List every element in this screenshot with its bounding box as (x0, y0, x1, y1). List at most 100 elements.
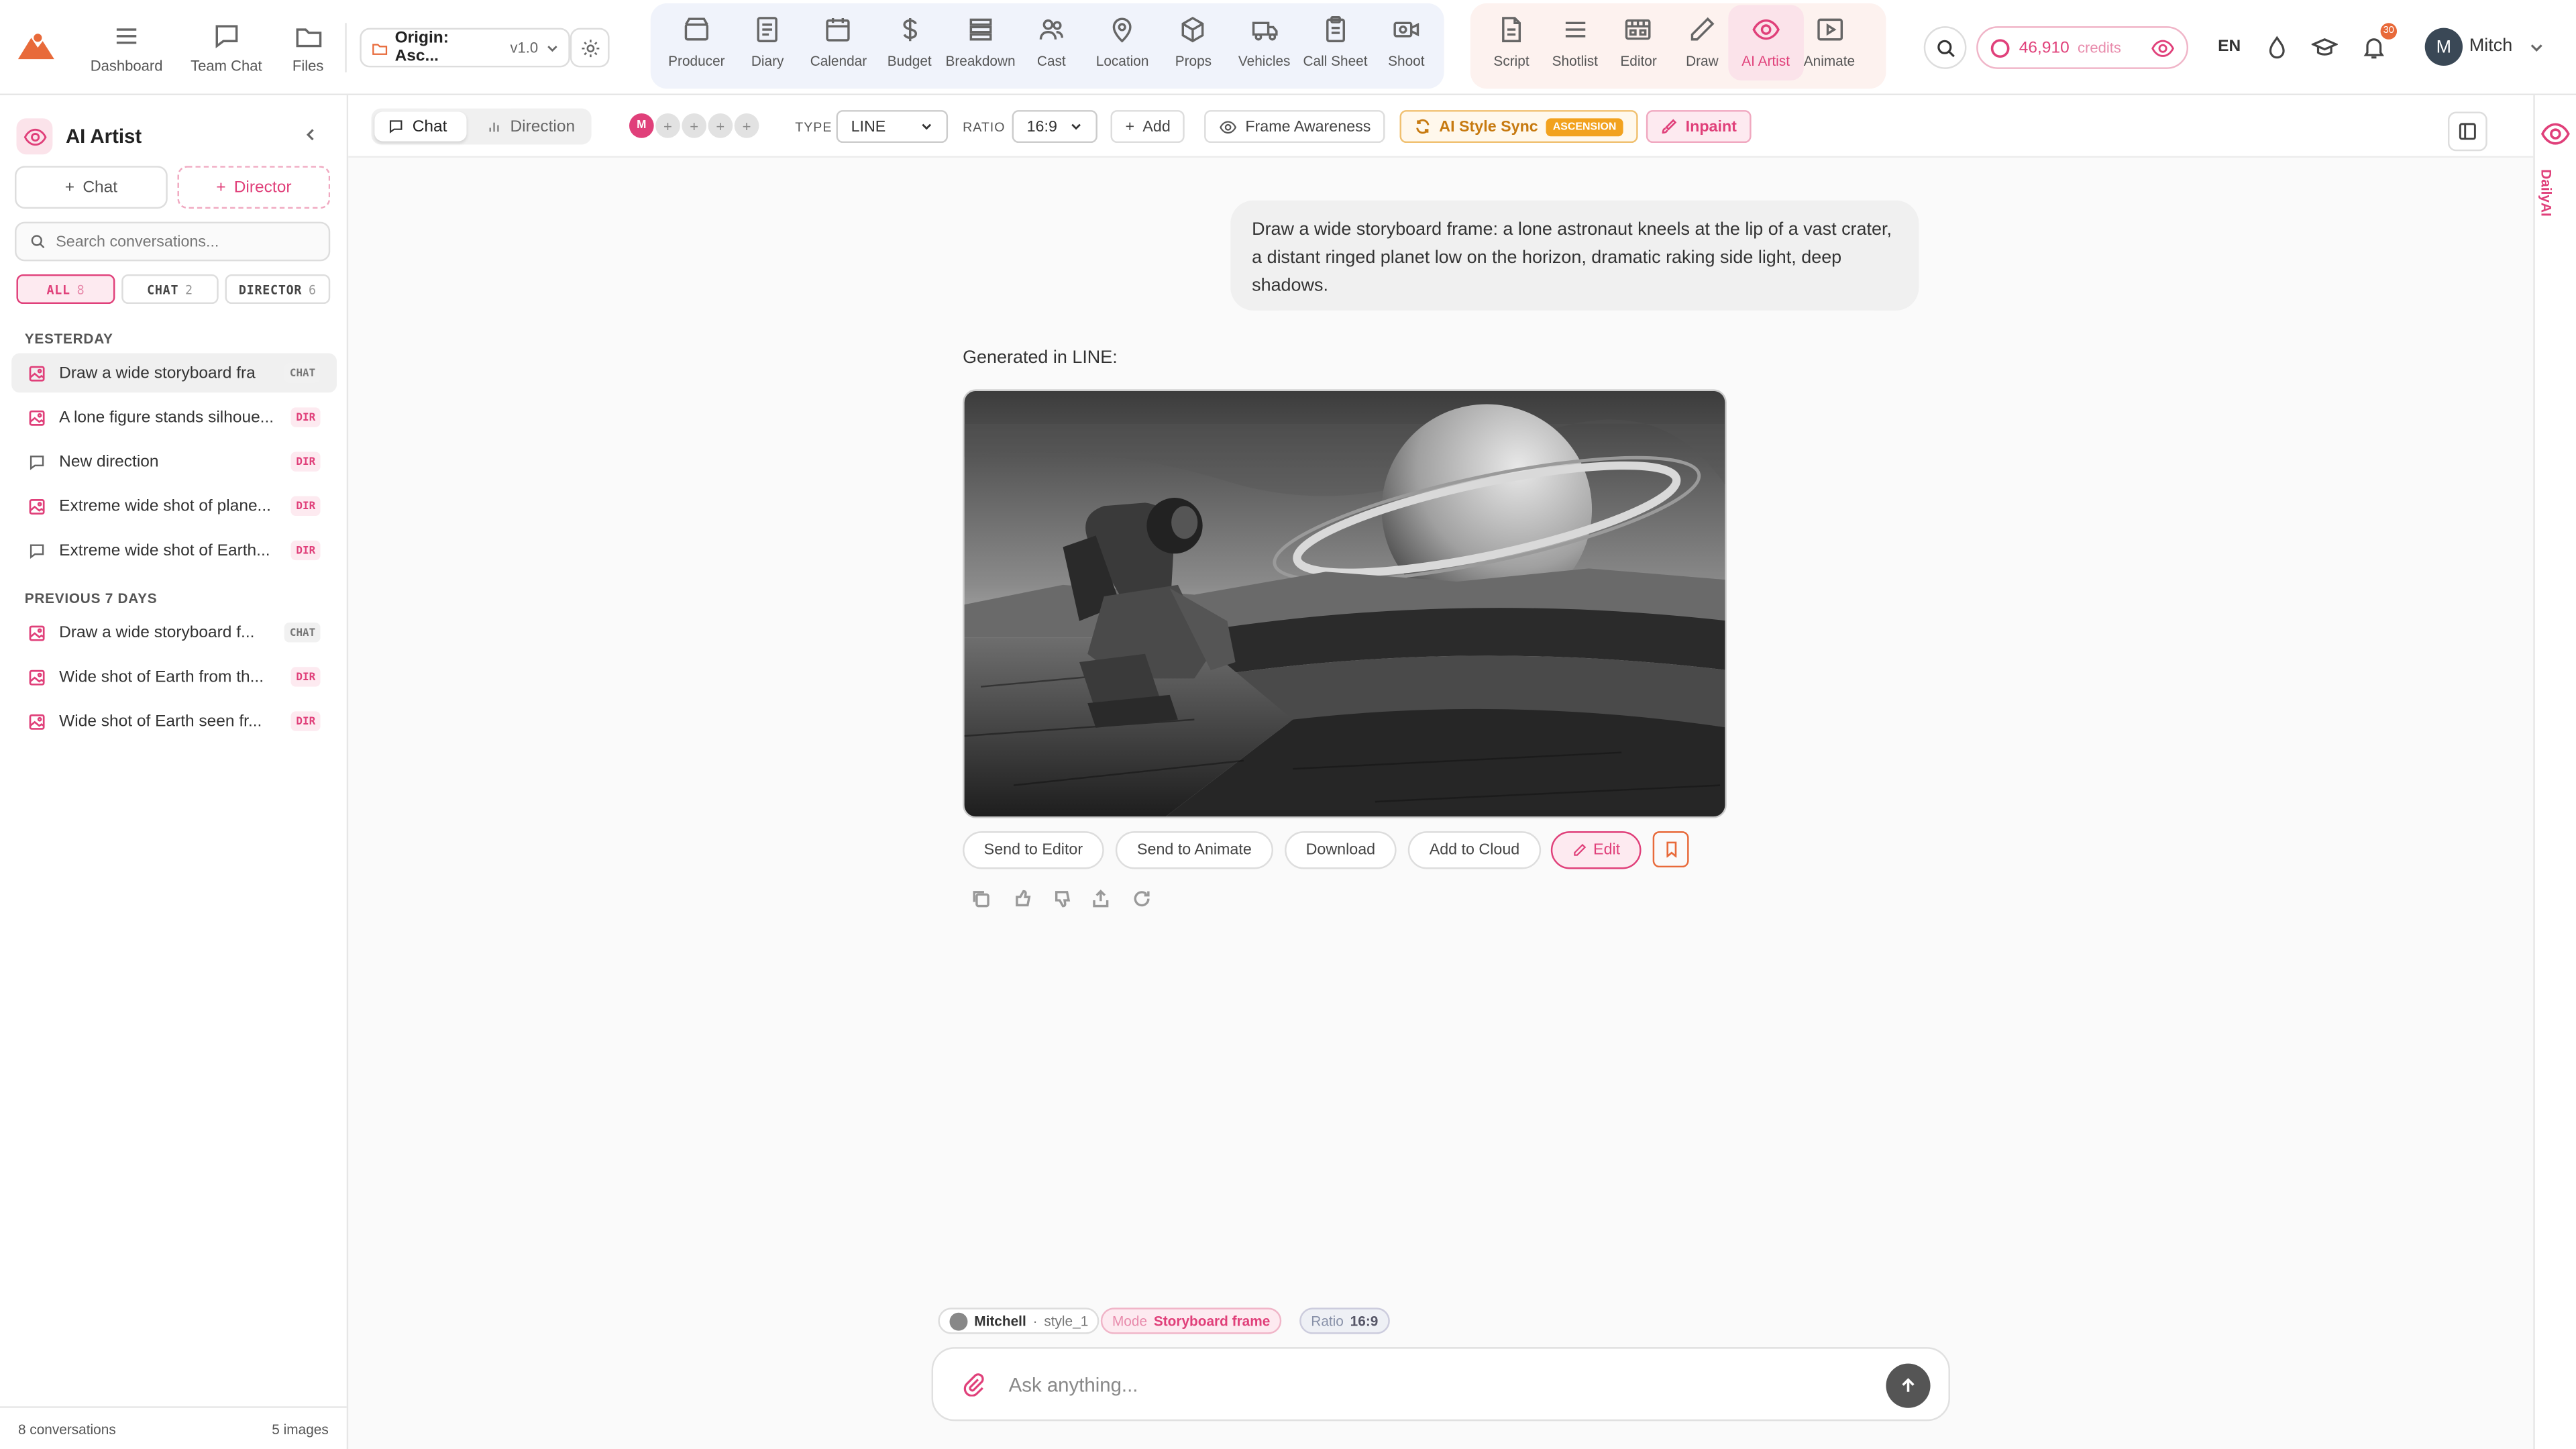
nav-calendar[interactable]: Calendar (801, 15, 877, 69)
conversation-sidebar: AI Artist + Chat + Director Search conve… (0, 95, 349, 1449)
nav-cast[interactable]: Cast (1014, 15, 1089, 69)
message-composer[interactable]: Ask anything... (931, 1347, 1950, 1421)
list-item[interactable]: Draw a wide storyboard fra CHAT (11, 353, 337, 393)
eye-icon (2151, 39, 2174, 56)
mode-switch: Chat Direction (371, 108, 592, 145)
bell-icon[interactable] (2361, 34, 2387, 60)
add-button[interactable]: + Add (1110, 110, 1185, 144)
nav-dashboard[interactable]: Dashboard (91, 21, 163, 74)
sidebar-header: AI Artist (16, 118, 142, 155)
nav-animate[interactable]: Animate (1792, 15, 1868, 69)
folder-icon (372, 43, 388, 54)
add-to-cloud-button[interactable]: Add to Cloud (1407, 831, 1542, 869)
inpaint-button[interactable]: Inpaint (1646, 110, 1752, 144)
chevron-down-icon[interactable] (2528, 40, 2544, 56)
paperclip-icon[interactable] (961, 1372, 986, 1397)
nav-location[interactable]: Location (1085, 15, 1161, 69)
chat-bubble-icon (30, 454, 44, 470)
ratio-select[interactable]: 16:9 (1012, 110, 1097, 144)
context-user-chip[interactable]: Mitchell · style_1 (938, 1307, 1100, 1334)
user-name[interactable]: Mitch (2469, 36, 2512, 56)
nav-vehicles[interactable]: Vehicles (1226, 15, 1302, 69)
copy-icon[interactable] (971, 889, 990, 908)
filter-all[interactable]: ALL 8 (16, 274, 115, 305)
add-member-slot[interactable]: + (655, 113, 680, 138)
eye-icon[interactable] (2540, 118, 2571, 150)
bookmark-button[interactable] (1652, 831, 1689, 868)
context-ratio-chip[interactable]: Ratio 16:9 (1299, 1307, 1390, 1334)
list-item[interactable]: Extreme wide shot of plane... DIR (11, 486, 337, 526)
search-input[interactable]: Search conversations... (15, 221, 331, 262)
send-to-editor-button[interactable]: Send to Editor (963, 831, 1104, 869)
generated-image[interactable] (963, 389, 1727, 818)
eye-icon (16, 118, 53, 155)
pin-icon (1113, 17, 1132, 43)
regenerate-icon[interactable] (1132, 889, 1151, 908)
context-mode-chip[interactable]: Mode Storyboard frame (1100, 1307, 1282, 1334)
project-settings-button[interactable] (570, 28, 610, 68)
collapse-sidebar-icon[interactable] (303, 127, 319, 143)
thumbs-up-icon[interactable] (1012, 889, 1032, 908)
conversation-title: Draw a wide storyboard f... (59, 623, 255, 642)
nav-producer[interactable]: Producer (659, 15, 735, 69)
send-button[interactable] (1886, 1363, 1931, 1408)
thumbs-down-icon[interactable] (1051, 889, 1071, 908)
app-logo-icon[interactable] (16, 30, 56, 62)
ratio-label: RATIO (963, 119, 1006, 135)
chevron-down-icon (547, 44, 557, 52)
add-member-slot[interactable]: + (734, 113, 759, 138)
new-chat-button[interactable]: + Chat (15, 166, 168, 209)
list-item[interactable]: Wide shot of Earth seen fr... DIR (11, 702, 337, 741)
add-member-slot[interactable]: + (682, 113, 707, 138)
nav-files[interactable]: Files (292, 21, 323, 74)
nav-team-chat[interactable]: Team Chat (191, 21, 262, 74)
send-to-animate-button[interactable]: Send to Animate (1115, 831, 1273, 869)
global-search-button[interactable] (1923, 26, 1967, 69)
tab-chat[interactable]: Chat (374, 111, 467, 142)
list-item[interactable]: Draw a wide storyboard f... CHAT (11, 612, 337, 652)
nav-props[interactable]: Props (1156, 15, 1232, 69)
ai-style-sync-button[interactable]: AI Style Sync ASCENSION (1399, 110, 1638, 144)
filter-chat[interactable]: CHAT 2 (121, 274, 219, 305)
tab-direction[interactable]: Direction (473, 112, 588, 142)
conversation-title: New direction (59, 452, 159, 471)
list-item[interactable]: Wide shot of Earth from th... DIR (11, 657, 337, 697)
nav-budget[interactable]: Budget (871, 15, 947, 69)
plus-icon: + (1125, 117, 1135, 136)
list-item[interactable]: Extreme wide shot of Earth... DIR (11, 531, 337, 570)
sidebar-footer: 8 conversations 5 images (0, 1406, 347, 1449)
member-avatar[interactable]: M (629, 113, 654, 138)
toggle-panel-button[interactable] (2447, 111, 2487, 152)
frame-awareness-toggle[interactable]: Frame Awareness (1204, 110, 1386, 144)
list-item[interactable]: New direction DIR (11, 442, 337, 482)
assistant-reply: Generated in LINE: (963, 348, 1118, 368)
nav-call-sheet[interactable]: Call Sheet (1297, 15, 1373, 69)
nav-shoot[interactable]: Shoot (1368, 15, 1444, 69)
project-selector[interactable]: Origin: Asc... v1.0 (360, 28, 570, 68)
image-icon (29, 625, 45, 641)
add-member-slot[interactable]: + (708, 113, 733, 138)
conversation-title: Extreme wide shot of Earth... (59, 541, 270, 559)
avatar[interactable]: M (2424, 28, 2463, 66)
type-select[interactable]: LINE (836, 110, 949, 144)
graduation-cap-icon[interactable] (2311, 34, 2338, 60)
search-icon (31, 235, 45, 249)
gear-icon (581, 39, 599, 56)
filter-director[interactable]: DIRECTOR 6 (225, 274, 331, 305)
dailyai-tab[interactable]: DailyAI (2538, 169, 2555, 217)
conversation-type-tag: DIR (291, 667, 321, 687)
nav-diary[interactable]: Diary (730, 15, 806, 69)
list-icon (1565, 21, 1585, 38)
chat-input[interactable]: Ask anything... (1009, 1373, 1138, 1396)
plus-icon: + (64, 178, 75, 197)
new-director-button[interactable]: + Director (177, 166, 331, 209)
language-switcher[interactable]: EN (2218, 38, 2241, 56)
download-button[interactable]: Download (1285, 831, 1397, 869)
credits-indicator[interactable]: 46,910 credits (1976, 26, 2189, 69)
nav-breakdown[interactable]: Breakdown (943, 15, 1018, 69)
credits-value: 46,910 (2019, 38, 2070, 57)
share-icon[interactable] (1091, 889, 1110, 908)
edit-button[interactable]: Edit (1550, 831, 1642, 869)
drop-icon[interactable] (2264, 34, 2290, 60)
list-item[interactable]: A lone figure stands silhoue... DIR (11, 398, 337, 437)
